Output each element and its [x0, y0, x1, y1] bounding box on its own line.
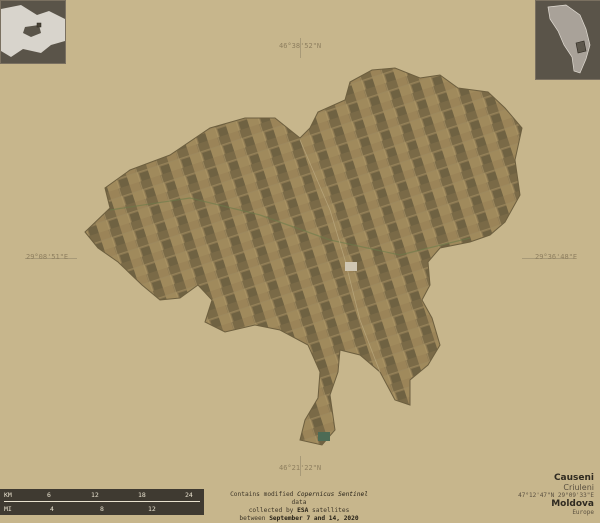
- center-coords: 47°12'47"N 29°09'33"E: [518, 492, 594, 499]
- scale-km-tick: 6: [47, 491, 51, 499]
- attribution-line-1: Contains modified Copernicus Sentinel da…: [230, 491, 368, 506]
- coord-right: 29°36'48"E: [535, 253, 578, 261]
- coord-left: 29°08'51"E: [26, 253, 69, 261]
- attribution-line-3: between September 7 and 14, 2020: [239, 515, 359, 522]
- region-name: Causeni: [553, 473, 594, 483]
- scale-mi-tick: 8: [100, 505, 104, 513]
- locator-highlight: [36, 22, 42, 28]
- scale-line: [4, 501, 200, 502]
- coord-top: 46°38'52"N: [279, 42, 322, 50]
- locator-region: [575, 40, 587, 54]
- moldova-locator-map: [536, 1, 600, 79]
- region-shape: [84, 67, 523, 446]
- region-alt-name: Criuleni: [563, 483, 594, 492]
- coord-bottom: 46°21'22"N: [279, 464, 322, 472]
- attribution-line-2: collected by ESA satellites: [248, 507, 350, 514]
- region-map: [84, 67, 523, 446]
- scale-km-tick: 24: [185, 491, 193, 499]
- country-locator-inset: [535, 0, 600, 80]
- world-locator-inset: [0, 0, 66, 64]
- scale-km-tick: 18: [138, 491, 146, 499]
- scale-km-label: KM: [4, 491, 12, 499]
- country-name: Moldova: [551, 499, 594, 509]
- scale-mi-tick: 12: [148, 505, 156, 513]
- scale-mi-tick: 4: [50, 505, 54, 513]
- lake-patch: [318, 432, 330, 441]
- title-block: Causeni Criuleni 47°12'47"N 29°09'33"E M…: [518, 473, 594, 516]
- attribution: Contains modified Copernicus Sentinel da…: [228, 491, 370, 523]
- town-patch: [345, 262, 357, 271]
- europe-locator-map: [1, 1, 65, 63]
- scale-km-tick: 12: [91, 491, 99, 499]
- scale-bar: KM 6 12 18 24 MI 4 8 12: [0, 489, 204, 515]
- scale-mi-label: MI: [4, 505, 12, 513]
